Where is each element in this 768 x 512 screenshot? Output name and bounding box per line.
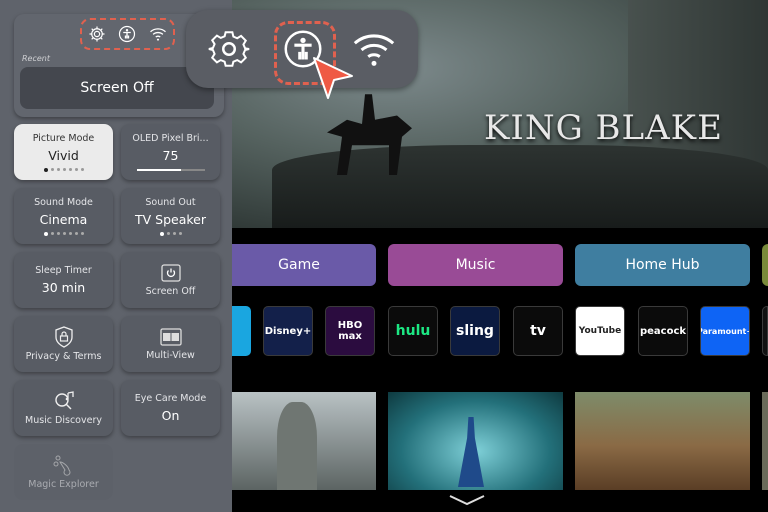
tile-label: Sound Mode — [34, 196, 93, 208]
pointer-cursor-icon — [313, 57, 353, 99]
category-music[interactable]: Music — [388, 244, 563, 286]
tile-value: 30 min — [41, 280, 86, 295]
app-disney-[interactable]: Disney+ — [263, 306, 313, 356]
multi-view-icon — [159, 327, 182, 346]
recent-screen-off-button[interactable]: Screen Off — [20, 67, 214, 109]
tile-sleep-timer[interactable]: Sleep Timer 30 min — [14, 252, 113, 308]
content-thumbnail-maze[interactable] — [575, 392, 750, 490]
app-paramount-[interactable]: Paramount+ — [700, 306, 750, 356]
accessibility-icon[interactable] — [118, 25, 136, 43]
app-label: YouTube — [578, 326, 622, 336]
category-label: Game — [278, 257, 320, 273]
tile-label: Sleep Timer — [35, 265, 92, 276]
tile-multi-view[interactable]: Multi-View — [121, 316, 220, 372]
app-partial-right[interactable] — [762, 306, 768, 356]
tile-magic-explorer[interactable]: Magic Explorer — [14, 444, 113, 500]
tile-value: 75 — [162, 148, 179, 163]
tile-label: Music Discovery — [25, 415, 102, 426]
tile-screen-off[interactable]: Screen Off — [121, 252, 220, 308]
app-peacock[interactable]: peacock — [638, 306, 688, 356]
power-icon — [160, 263, 181, 282]
tile-label: OLED Pixel Bri... — [132, 133, 209, 144]
recent-label: Recent — [22, 54, 51, 63]
tile-value: Vivid — [48, 147, 79, 163]
app-label: sling — [456, 323, 494, 339]
option-dots — [43, 231, 84, 236]
wifi-icon[interactable] — [149, 25, 167, 43]
category-partial[interactable] — [762, 244, 768, 286]
app-label: tv — [530, 323, 546, 339]
content-thumbnail-partial[interactable] — [762, 392, 768, 490]
app-sling[interactable]: sling — [450, 306, 500, 356]
tile-label: Eye Care Mode — [134, 393, 207, 404]
app-hulu[interactable]: hulu — [388, 306, 438, 356]
tile-label: Sound Out — [145, 196, 196, 208]
tile-value: Cinema — [39, 211, 88, 227]
option-dots — [159, 231, 182, 236]
tile-picture-mode[interactable]: Picture Mode Vivid — [14, 124, 113, 180]
tile-label: Multi-View — [146, 349, 195, 361]
thumb-figure — [458, 417, 484, 487]
shield-lock-icon — [54, 326, 73, 348]
app-label: hulu — [395, 323, 431, 339]
tile-label: Screen Off — [145, 285, 196, 297]
tile-oled-pixel-brightness[interactable]: OLED Pixel Bri... 75 — [121, 124, 220, 180]
app-apple-tv[interactable]: tv — [513, 306, 563, 356]
category-label: Home Hub — [625, 257, 700, 273]
app-label: peacock — [639, 325, 687, 337]
music-search-icon — [54, 391, 74, 410]
tile-label: Magic Explorer — [28, 479, 99, 490]
gear-icon[interactable] — [88, 25, 106, 43]
recent-item-label: Screen Off — [80, 80, 154, 96]
app-label: HBO max — [337, 320, 363, 342]
tile-value: TV Speaker — [134, 211, 206, 227]
app-label: Disney+ — [264, 325, 312, 337]
app-label: Paramount+ — [701, 326, 749, 336]
magic-explorer-icon — [53, 455, 70, 476]
tile-sound-out[interactable]: Sound Out TV Speaker — [121, 188, 220, 244]
tile-value: On — [161, 408, 180, 423]
tile-label: Picture Mode — [32, 132, 95, 144]
category-label: Music — [455, 257, 496, 273]
category-home-hub[interactable]: Home Hub — [575, 244, 750, 286]
thumb-figure — [277, 402, 317, 490]
content-thumbnail-forest[interactable] — [388, 392, 563, 490]
brightness-slider[interactable] — [136, 169, 205, 171]
category-game[interactable]: Game — [222, 244, 376, 286]
tile-label: Privacy & Terms — [25, 351, 102, 362]
quick-icons-zoom-callout — [186, 10, 418, 88]
tile-sound-mode[interactable]: Sound Mode Cinema — [14, 188, 113, 244]
gear-icon[interactable] — [206, 26, 252, 72]
content-thumbnail-knight[interactable] — [232, 392, 376, 490]
tile-eye-care-mode[interactable]: Eye Care Mode On — [121, 380, 220, 436]
quick-icons-highlight — [80, 18, 175, 50]
tile-privacy-terms[interactable]: Privacy & Terms — [14, 316, 113, 372]
app-hbo-max[interactable]: HBO max — [325, 306, 375, 356]
wifi-icon[interactable] — [351, 26, 397, 72]
app-youtube[interactable]: YouTube — [575, 306, 625, 356]
chevron-down-icon[interactable] — [448, 494, 486, 506]
tile-music-discovery[interactable]: Music Discovery — [14, 380, 113, 436]
option-dots — [43, 167, 84, 172]
hero-title: KING BLAKE — [484, 108, 723, 148]
